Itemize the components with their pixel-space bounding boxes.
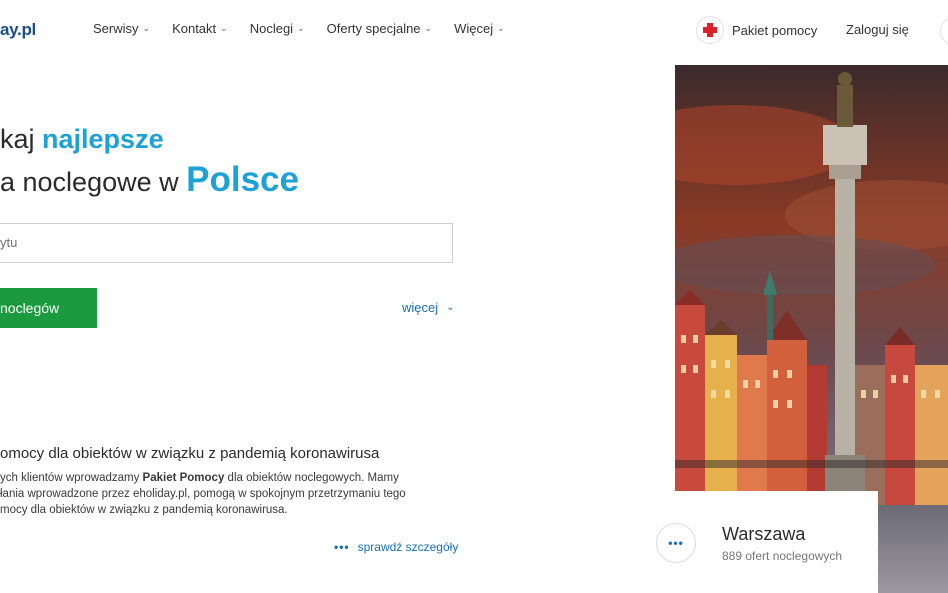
nav-item-label: Oferty specjalne — [326, 21, 421, 36]
chevron-down-icon: ⌄ — [424, 23, 433, 33]
hero-line1-accent: najlepsze — [42, 124, 164, 154]
info-line: mocy dla obiektów w związku z pandemią k… — [0, 504, 288, 516]
info-line1-bold: Pakiet Pomocy — [142, 472, 225, 484]
red-cross-icon — [703, 23, 717, 37]
help-package-label: Pakiet pomocy — [732, 22, 818, 38]
city-name[interactable]: Warszawa — [722, 524, 805, 545]
search-placeholder: ytu — [0, 235, 18, 250]
search-button-label: noclegów — [0, 300, 60, 316]
site-logo[interactable]: ay.pl — [0, 20, 36, 40]
help-icon-wrap — [696, 16, 724, 44]
city-offer-count: 889 ofert noclegowych — [722, 549, 843, 563]
nav-item-label: Noclegi — [249, 21, 294, 36]
info-line1-a: ych klientów wprowadzamy — [0, 472, 143, 484]
nav-item-label: Serwisy — [93, 21, 139, 36]
hero-heading-line2: a noclegowe w Polsce — [0, 160, 299, 200]
help-package-button[interactable]: Pakiet pomocy — [696, 16, 817, 44]
more-dots-icon[interactable]: ••• — [656, 523, 696, 563]
search-input[interactable] — [0, 223, 453, 263]
info-line: łania wprowadzone przez eholiday.pl, pom… — [0, 488, 406, 500]
login-link[interactable]: Zaloguj się — [846, 22, 909, 37]
chevron-down-icon: ⌄ — [497, 23, 505, 33]
hero-line1-prefix: kaj — [0, 124, 43, 154]
nav-item-noclegi[interactable]: Noclegi ⌄ — [250, 21, 305, 36]
nav-item-label: Więcej — [454, 21, 494, 36]
main-nav: Serwisy ⌄ Kontakt ⌄ Noclegi ⌄ Oferty spe… — [93, 21, 527, 36]
more-options-link[interactable]: więcej ⌄ — [402, 300, 455, 315]
search-accommodation-button[interactable]: noclegów — [0, 288, 97, 328]
nav-item-oferty-specjalne[interactable]: Oferty specjalne ⌄ — [327, 21, 432, 36]
nav-item-label: Kontakt — [172, 21, 217, 36]
info-line: ych klientów wprowadzamy Pakiet Pomocy d… — [0, 470, 450, 486]
user-menu-button[interactable] — [940, 16, 948, 46]
nav-item-serwisy[interactable]: Serwisy ⌄ — [93, 21, 150, 36]
chevron-down-icon: ⌄ — [142, 23, 151, 33]
nav-item-kontakt[interactable]: Kontakt ⌄ — [172, 21, 228, 36]
info-body: ych klientów wprowadzamy Pakiet Pomocy d… — [0, 470, 450, 518]
site-header: ay.pl Serwisy ⌄ Kontakt ⌄ Noclegi ⌄ Ofer… — [0, 0, 948, 62]
chevron-down-icon: ⌄ — [220, 23, 228, 33]
info-title: omocy dla obiektów w związku z pandemią … — [0, 445, 380, 462]
more-options-label: więcej — [402, 300, 439, 315]
nav-item-wiecej[interactable]: Więcej ⌄ — [454, 21, 505, 36]
hero-heading-line1: kaj najlepsze — [0, 124, 164, 155]
hero-line2-accent: Polsce — [186, 160, 299, 199]
details-link[interactable]: ••• sprawdź szczegóły — [334, 540, 458, 554]
chevron-down-icon: ⌄ — [297, 23, 305, 33]
hero-line2-prefix: a noclegowe w — [0, 167, 187, 197]
details-label: sprawdź szczegóły — [357, 540, 459, 554]
chevron-down-icon: ⌄ — [446, 302, 455, 313]
more-dots-icon: ••• — [334, 540, 350, 554]
info-line1-b: dla obiektów noclegowych. Mamy — [224, 472, 399, 484]
